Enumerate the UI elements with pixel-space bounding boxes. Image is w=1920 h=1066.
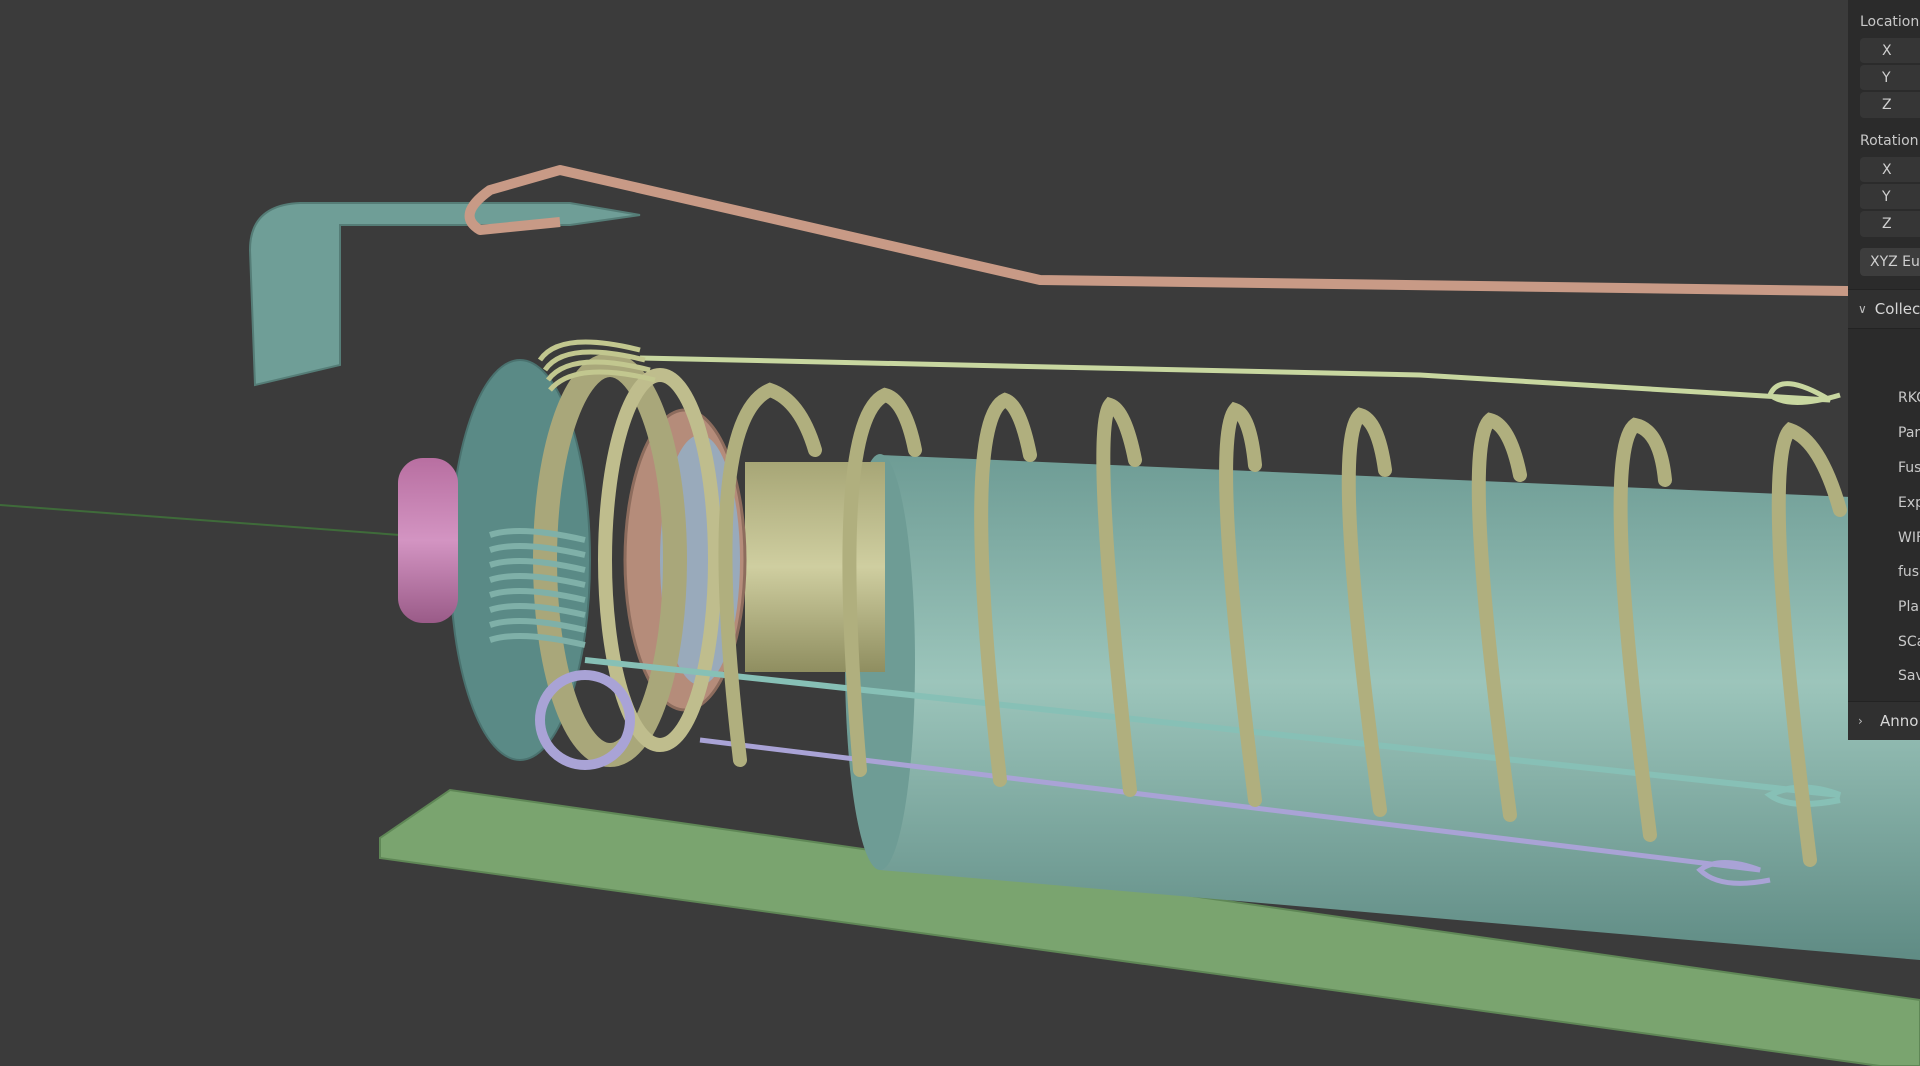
collection-item[interactable]: Exp [1898, 495, 1920, 511]
properties-sidebar: Location X Y Z Rotation: X Y Z XYZ Eu ∨ … [1848, 0, 1920, 740]
location-y-field[interactable]: Y [1860, 65, 1920, 91]
location-label: Location [1860, 14, 1920, 30]
copper-wire[interactable] [464, 165, 1920, 297]
collection-item[interactable]: SCa [1898, 634, 1920, 650]
rotation-label: Rotation: [1860, 133, 1920, 149]
rotation-z-field[interactable]: Z [1860, 211, 1920, 237]
collections-label: Collec [1874, 300, 1920, 318]
collection-item[interactable]: Par [1898, 425, 1920, 441]
3d-viewport[interactable] [0, 0, 1920, 1066]
chevron-down-icon: ∨ [1858, 302, 1867, 316]
rotation-x-field[interactable]: X [1860, 157, 1920, 183]
collection-item[interactable]: Sav [1898, 668, 1920, 684]
location-z-field[interactable]: Z [1860, 92, 1920, 118]
collection-item[interactable]: Fuse [1898, 460, 1920, 476]
teal-bracket[interactable] [248, 202, 641, 387]
rotation-mode-dropdown[interactable]: XYZ Eu [1860, 248, 1920, 276]
collection-item[interactable]: RKC [1898, 390, 1920, 406]
rotation-y-field[interactable]: Y [1860, 184, 1920, 210]
upper-wire[interactable] [639, 355, 1841, 405]
x-axis-line [0, 504, 401, 536]
location-x-field[interactable]: X [1860, 38, 1920, 64]
collections-panel-header[interactable]: ∨ Collec [1848, 289, 1920, 329]
pink-cap[interactable] [398, 458, 458, 623]
annotations-label: Anno [1880, 712, 1919, 730]
chevron-right-icon: › [1858, 714, 1863, 728]
collection-item[interactable]: fuse_ [1898, 564, 1920, 580]
collection-item[interactable]: WIF [1898, 530, 1920, 546]
annotations-panel-header[interactable]: › Anno [1848, 701, 1920, 740]
olive-sleeve[interactable] [745, 462, 885, 672]
collection-item[interactable]: Pla [1898, 599, 1919, 615]
